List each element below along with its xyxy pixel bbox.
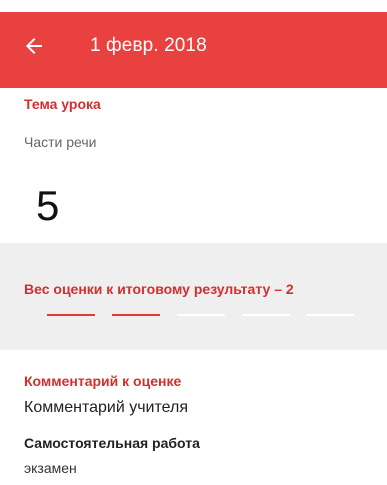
- content: Тема урока Части речи 5 Вес оценки к ито…: [0, 88, 387, 485]
- topic-value: Части речи: [24, 134, 97, 150]
- weight-bar-2: [112, 314, 160, 316]
- grade-details-screen: 1 февр. 2018 Тема урока Части речи 5 Вес…: [0, 0, 387, 485]
- grade-weight-label: Вес оценки к итоговому результату – 2: [24, 281, 294, 297]
- arrow-left-icon: [26, 38, 42, 54]
- weight-bar-3: [177, 314, 225, 316]
- grade-weight-indicator: [47, 314, 354, 316]
- weight-bar-4: [242, 314, 290, 316]
- work-type-value: экзамен: [24, 460, 77, 476]
- weight-bar-1: [47, 314, 95, 316]
- app-bar: 1 февр. 2018: [0, 0, 387, 88]
- app-title: 1 февр. 2018: [90, 35, 207, 56]
- grade-weight-section: Вес оценки к итоговому результату – 2: [0, 243, 387, 350]
- comment-label: Комментарий к оценке: [24, 373, 182, 389]
- back-button[interactable]: [22, 34, 46, 58]
- grade-value: 5: [36, 182, 60, 229]
- status-strip: [0, 0, 387, 12]
- work-type: Самостоятельная работа: [24, 435, 200, 451]
- topic-label: Тема урока: [24, 96, 101, 112]
- comment-value: Комментарий учителя: [24, 399, 189, 416]
- weight-bar-5: [306, 314, 354, 316]
